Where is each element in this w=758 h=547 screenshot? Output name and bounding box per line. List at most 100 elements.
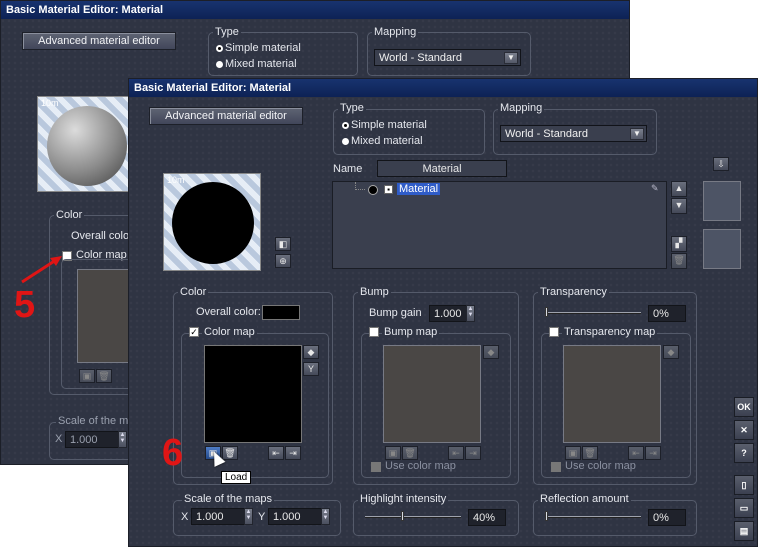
color-label: Color [178, 286, 209, 298]
chevron-down-icon: ▼ [504, 52, 518, 64]
highlight-value[interactable]: 40% [468, 509, 506, 526]
transparency-slider-thumb[interactable] [545, 307, 548, 317]
name-input[interactable]: Material [377, 160, 507, 177]
bump-options-icon[interactable]: ◆ [483, 345, 499, 359]
annotation-step-5: 5 [14, 284, 36, 326]
scale-x-spinner[interactable]: ▲ ▼ [244, 508, 253, 525]
bump-gain-spinner[interactable]: ▲ ▼ [466, 305, 475, 322]
bump-use-color-map-checkbox[interactable] [371, 462, 381, 472]
export-left-icon[interactable]: ⇤ [268, 446, 284, 460]
back-preview-scale: 10m [41, 98, 59, 108]
transparency-export-left-icon[interactable]: ⇤ [628, 446, 644, 460]
simple-material-label: Simple material [351, 119, 427, 131]
move-down-icon[interactable]: ▼ [671, 198, 687, 214]
help-icon[interactable]: ? [734, 443, 754, 463]
map-filter-icon[interactable]: Y [303, 362, 319, 376]
move-up-icon[interactable]: ▲ [671, 181, 687, 197]
color-map-preview [204, 345, 302, 443]
bump-use-color-map-label: Use color map [385, 460, 456, 472]
back-color-label: Color [54, 209, 85, 221]
load-icon[interactable]: ▣ [79, 369, 95, 383]
grey-sphere [47, 106, 127, 186]
bump-gain-label: Bump gain [369, 307, 422, 319]
back-material-preview: 10m [37, 96, 130, 192]
type-label: Type [338, 102, 366, 114]
new-file-icon[interactable]: ▯ [734, 475, 754, 495]
overall-color-label: Overall color: [196, 306, 261, 318]
preview-scale: 10m [167, 175, 185, 185]
close-icon[interactable]: ✕ [734, 420, 754, 440]
overall-color-swatch[interactable] [262, 305, 300, 320]
back-mapping-value: World - Standard [379, 52, 462, 64]
map-options-icon[interactable]: ◆ [303, 345, 319, 359]
transparency-map-checkbox[interactable] [549, 327, 559, 337]
delete-icon[interactable]: 🗑 [96, 369, 112, 383]
bump-gain-input[interactable]: 1.000 [429, 305, 467, 322]
reflection-slider-thumb[interactable] [545, 511, 548, 521]
scale-y-input[interactable]: 1.000 [268, 508, 322, 525]
transparency-options-icon[interactable]: ◆ [663, 345, 679, 359]
transparency-use-color-map-checkbox[interactable] [551, 462, 561, 472]
back-scale-x-label: X [55, 433, 63, 445]
name-label: Name [333, 163, 363, 175]
back-type-label: Type [213, 26, 241, 38]
simple-material-radio[interactable] [342, 122, 349, 129]
open-folder-icon[interactable]: ▭ [734, 498, 754, 518]
transparency-slider[interactable] [545, 312, 641, 314]
material-tree[interactable]: ▪ Material ✎ [332, 181, 667, 269]
back-scale-x-input[interactable]: 1.000 [65, 431, 119, 448]
back-mixed-radio[interactable] [216, 61, 223, 68]
ok-button[interactable]: OK [734, 397, 754, 417]
load-tooltip: Load [221, 471, 252, 484]
cube-icon[interactable]: ◧ [275, 237, 291, 251]
mapping-select[interactable]: World - Standard ▼ [500, 125, 647, 142]
color-map-checkbox[interactable]: ✓ [189, 327, 199, 337]
bump-label: Bump [358, 286, 391, 298]
bump-map-label: Bump map [382, 326, 440, 338]
back-mixed-label: Mixed material [225, 58, 297, 70]
bump-delete-icon[interactable]: 🗑 [402, 446, 418, 460]
tree-item-material[interactable]: Material [397, 183, 441, 195]
save-icon[interactable]: ▤ [734, 521, 754, 541]
bump-export-right-icon[interactable]: ⇥ [465, 446, 481, 460]
chevron-down-icon: ▼ [630, 128, 644, 140]
back-simple-radio[interactable] [216, 45, 223, 52]
edit-pencil-icon[interactable]: ✎ [651, 183, 660, 193]
advanced-editor-button[interactable]: Advanced material editor [149, 107, 303, 125]
highlight-slider[interactable] [365, 516, 461, 518]
bump-export-left-icon[interactable]: ⇤ [448, 446, 464, 460]
export-right-icon[interactable]: ⇥ [285, 446, 301, 460]
reflection-slider[interactable] [545, 516, 641, 518]
bump-map-preview [383, 345, 481, 443]
transparency-label: Transparency [538, 286, 609, 298]
delete-item-icon[interactable]: 🗑 [671, 253, 687, 269]
back-scale-x-spinner[interactable]: ▲ ▼ [118, 431, 127, 448]
reflection-value[interactable]: 0% [648, 509, 686, 526]
mixed-material-radio[interactable] [342, 138, 349, 145]
transparency-export-right-icon[interactable]: ⇥ [645, 446, 661, 460]
bump-map-checkbox[interactable] [369, 327, 379, 337]
mapping-value: World - Standard [505, 128, 588, 140]
type-group [333, 109, 485, 155]
scale-label: Scale of the maps [182, 493, 275, 505]
back-advanced-editor-button[interactable]: Advanced material editor [22, 32, 176, 50]
transparency-map-label: Transparency map [562, 326, 658, 338]
transparency-delete-icon[interactable]: 🗑 [582, 446, 598, 460]
zoom-icon[interactable]: ⊕ [275, 254, 291, 268]
back-mapping-label: Mapping [372, 26, 419, 38]
transparency-load-icon[interactable]: ▣ [565, 446, 581, 460]
delete-icon[interactable]: 🗑 [222, 446, 238, 460]
import-icon[interactable]: ⇩ [713, 157, 729, 171]
transparency-map-preview [563, 345, 661, 443]
new-item-icon[interactable]: ▞ [671, 236, 687, 252]
black-sphere-icon [368, 185, 378, 195]
front-editor-window: Basic Material Editor: Material Advanced… [128, 78, 758, 547]
expand-icon[interactable]: ▪ [384, 185, 393, 194]
bump-load-icon[interactable]: ▣ [385, 446, 401, 460]
transparency-value[interactable]: 0% [648, 305, 686, 322]
scale-y-spinner[interactable]: ▲ ▼ [321, 508, 330, 525]
back-mapping-select[interactable]: World - Standard ▼ [374, 49, 521, 66]
scale-x-input[interactable]: 1.000 [191, 508, 245, 525]
highlight-slider-thumb[interactable] [401, 511, 404, 521]
front-title-bar: Basic Material Editor: Material [129, 79, 757, 97]
